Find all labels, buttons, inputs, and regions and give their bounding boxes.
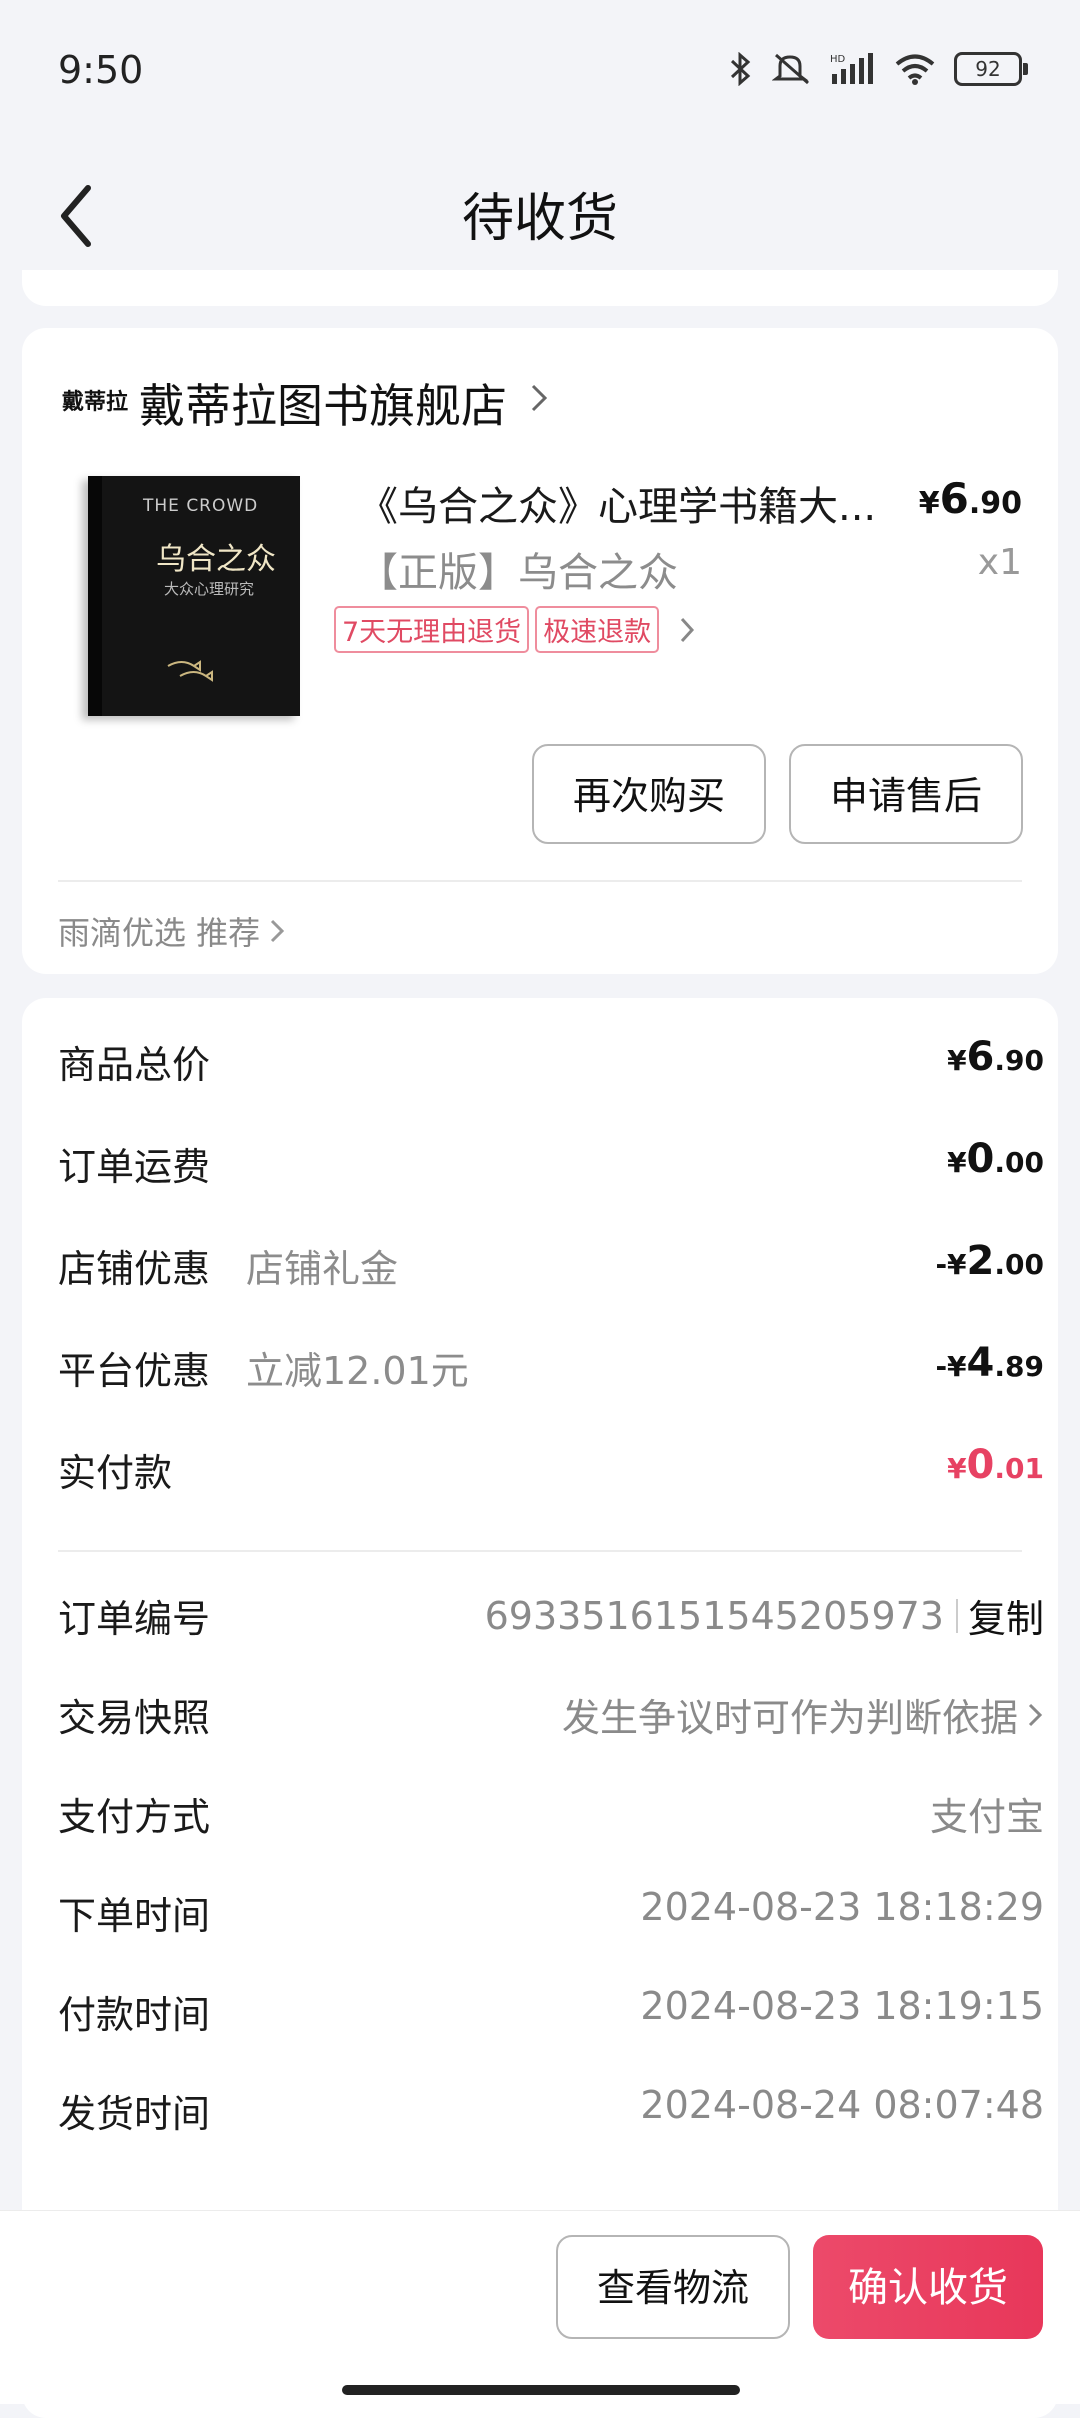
order-summary-card: 商品总价 ¥6.90 订单运费 ¥0.00 店铺优惠 店铺礼金 -¥2.00 平… bbox=[22, 998, 1058, 2418]
shop-card: 戴蒂拉 戴蒂拉图书旗舰店 THE CROWD 乌合之众 大众心理研究 《乌合之众… bbox=[22, 328, 1058, 974]
status-icons: HD 92 bbox=[728, 52, 1028, 86]
cover-title-en: THE CROWD bbox=[143, 496, 259, 516]
order-number-value: 6933516151545205973 复制 bbox=[485, 1588, 1044, 1643]
chevron-right-icon[interactable] bbox=[527, 380, 551, 416]
divider bbox=[58, 1550, 1022, 1552]
shipping-amount: ¥0.00 bbox=[947, 1136, 1044, 1182]
divider bbox=[58, 880, 1022, 882]
cover-title-cn: 乌合之众 bbox=[156, 542, 276, 577]
tag-7day-return: 7天无理由退货 bbox=[334, 606, 530, 653]
row-sublabel: 店铺礼金 bbox=[246, 1247, 399, 1291]
chevron-right-icon bbox=[681, 617, 695, 642]
row-label: 平台优惠 bbox=[58, 1349, 211, 1393]
row-label: 下单时间 bbox=[58, 1894, 211, 1938]
order-time-row: 下单时间 2024-08-23 18:18:29 bbox=[58, 1885, 1044, 1945]
shop-discount-amount: -¥2.00 bbox=[935, 1238, 1044, 1284]
product-title[interactable]: 《乌合之众》心理学书籍大... bbox=[358, 474, 898, 532]
chevron-right-icon bbox=[1028, 1703, 1043, 1726]
product-variant: 【正版】乌合之众 bbox=[358, 550, 678, 596]
row-label: 支付方式 bbox=[58, 1795, 211, 1839]
payment-method-row: 支付方式 支付宝 bbox=[58, 1786, 1044, 1846]
cellular-signal-icon: HD bbox=[830, 53, 873, 84]
row-label: 付款时间 bbox=[58, 1993, 211, 2037]
shop-name-link[interactable]: 戴蒂拉图书旗舰店 bbox=[139, 370, 507, 436]
product-image[interactable]: THE CROWD 乌合之众 大众心理研究 bbox=[88, 476, 300, 716]
after-sale-button[interactable]: 申请售后 bbox=[789, 744, 1023, 844]
home-indicator[interactable] bbox=[342, 2385, 740, 2395]
ship-time-value: 2024-08-24 08:07:48 bbox=[640, 2083, 1044, 2127]
book-spine bbox=[88, 476, 102, 716]
wifi-icon bbox=[895, 54, 935, 85]
tag-fast-refund: 极速退款 bbox=[535, 606, 660, 653]
paid-amount: ¥0.01 bbox=[947, 1442, 1044, 1488]
platform-discount-amount: -¥4.89 bbox=[935, 1340, 1044, 1386]
product-price: ¥6.90 bbox=[918, 474, 1022, 523]
svg-text:HD: HD bbox=[830, 54, 846, 65]
goods-total-amount: ¥6.90 bbox=[947, 1034, 1044, 1080]
row-label: 实付款 bbox=[58, 1451, 173, 1495]
fish-illustration-icon bbox=[167, 660, 213, 682]
status-bar: 9:50 HD 92 bbox=[0, 0, 1080, 150]
shop-discount-row: 店铺优惠 店铺礼金 -¥2.00 bbox=[58, 1238, 1044, 1298]
pay-time-row: 付款时间 2024-08-23 18:19:15 bbox=[58, 1984, 1044, 2044]
status-time: 9:50 bbox=[58, 48, 144, 92]
cover-subtitle: 大众心理研究 bbox=[164, 580, 255, 598]
row-sublabel: 立减12.01元 bbox=[246, 1349, 469, 1393]
previous-card-edge bbox=[22, 270, 1058, 306]
bluetooth-icon bbox=[730, 52, 751, 86]
battery-indicator: 92 bbox=[954, 52, 1028, 86]
confirm-receipt-button[interactable]: 确认收货 bbox=[813, 2235, 1043, 2339]
snapshot-value[interactable]: 发生争议时可作为判断依据 bbox=[562, 1687, 1044, 1742]
platform-discount-row: 平台优惠 立减12.01元 -¥4.89 bbox=[58, 1340, 1044, 1400]
chevron-right-icon bbox=[271, 919, 285, 943]
nav-bar: 待收货 bbox=[0, 150, 1080, 280]
recommend-link[interactable]: 雨滴优选 推荐 bbox=[58, 908, 286, 954]
row-label: 订单运费 bbox=[58, 1145, 211, 1189]
buy-again-button[interactable]: 再次购买 bbox=[532, 744, 766, 844]
order-number-row: 订单编号 6933516151545205973 复制 bbox=[58, 1588, 1044, 1648]
paid-amount-row: 实付款 ¥0.01 bbox=[58, 1442, 1044, 1502]
goods-total-row: 商品总价 ¥6.90 bbox=[58, 1034, 1044, 1094]
service-tags[interactable]: 7天无理由退货 极速退款 bbox=[334, 606, 697, 653]
page-title: 待收货 bbox=[461, 189, 618, 249]
order-number: 6933516151545205973 bbox=[484, 1593, 944, 1638]
shipping-row: 订单运费 ¥0.00 bbox=[58, 1136, 1044, 1196]
pay-time-value: 2024-08-23 18:19:15 bbox=[640, 1984, 1044, 2028]
ship-time-row: 发货时间 2024-08-24 08:07:48 bbox=[58, 2083, 1044, 2143]
snapshot-row[interactable]: 交易快照 发生争议时可作为判断依据 bbox=[58, 1687, 1044, 1747]
view-logistics-button[interactable]: 查看物流 bbox=[556, 2235, 790, 2339]
snapshot-text: 发生争议时可作为判断依据 bbox=[561, 1696, 1018, 1740]
shop-logo: 戴蒂拉 bbox=[62, 390, 129, 415]
bottom-action-bar: 查看物流 确认收货 bbox=[0, 2210, 1080, 2404]
row-label: 交易快照 bbox=[58, 1696, 211, 1740]
row-label: 店铺优惠 bbox=[58, 1247, 211, 1291]
product-quantity: x1 bbox=[977, 542, 1022, 583]
separator bbox=[955, 1598, 958, 1633]
mute-icon bbox=[772, 53, 809, 85]
row-label: 订单编号 bbox=[58, 1597, 211, 1641]
recommend-label: 雨滴优选 推荐 bbox=[58, 914, 261, 952]
order-time-value: 2024-08-23 18:18:29 bbox=[640, 1885, 1044, 1929]
row-label: 发货时间 bbox=[58, 2092, 211, 2136]
row-label: 商品总价 bbox=[58, 1043, 211, 1087]
payment-method-value: 支付宝 bbox=[929, 1795, 1044, 1839]
copy-order-number-button[interactable]: 复制 bbox=[968, 1588, 1044, 1643]
